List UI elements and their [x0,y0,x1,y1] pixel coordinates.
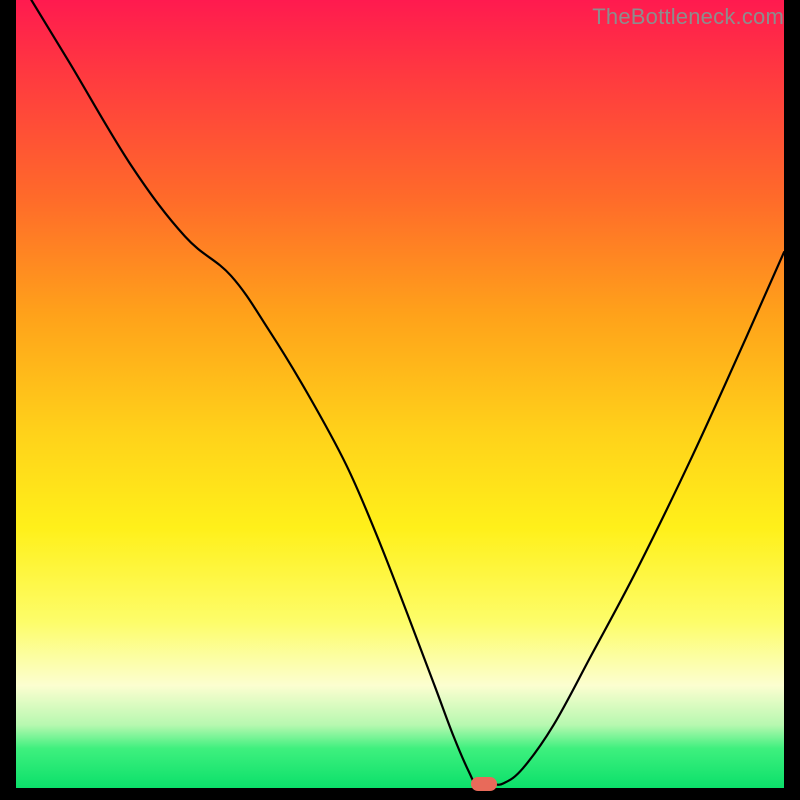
plot-area [16,0,784,788]
bottleneck-curve [16,0,784,788]
chart-frame: TheBottleneck.com [0,0,800,800]
optimal-point-marker [471,777,497,791]
watermark-text: TheBottleneck.com [592,4,784,30]
